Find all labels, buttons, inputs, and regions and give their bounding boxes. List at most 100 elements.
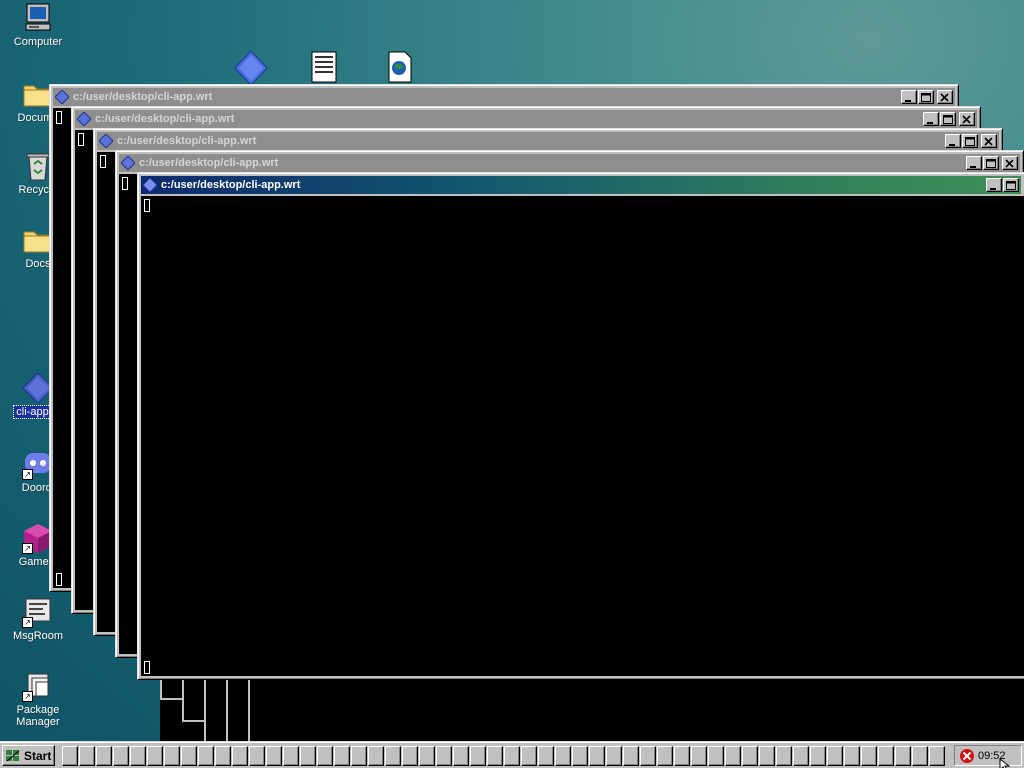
minimize-button[interactable] [966, 156, 982, 170]
close-button[interactable] [959, 112, 975, 126]
taskbar-window-button[interactable] [929, 746, 945, 766]
maximize-button[interactable] [962, 134, 978, 148]
taskbar-window-button[interactable] [130, 746, 146, 766]
taskbar-window-button[interactable] [742, 746, 758, 766]
title-bar[interactable]: c:/user/desktop/cli-app.wrt [97, 132, 999, 150]
taskbar-window-button[interactable] [334, 746, 350, 766]
window-title: c:/user/desktop/cli-app.wrt [161, 179, 301, 191]
taskbar-window-button[interactable] [640, 746, 656, 766]
start-button[interactable]: Start [2, 745, 55, 766]
taskbar-window-button[interactable] [555, 746, 571, 766]
web-document-icon[interactable] [381, 50, 417, 86]
diamond-app-icon [143, 178, 157, 192]
taskbar-window-button[interactable] [249, 746, 265, 766]
taskbar-window-button[interactable] [198, 746, 214, 766]
minimize-button[interactable] [986, 178, 1002, 192]
close-button[interactable] [937, 90, 953, 104]
shortcut-arrow-icon: ↗ [22, 691, 33, 702]
title-bar[interactable]: c:/user/desktop/cli-app.wrt [141, 176, 1021, 194]
taskbar-window-button[interactable] [861, 746, 877, 766]
taskbar-window-button[interactable] [759, 746, 775, 766]
taskbar-window-button[interactable] [300, 746, 316, 766]
window-edge [160, 676, 1024, 741]
taskbar-window-button[interactable] [164, 746, 180, 766]
taskbar-window-button[interactable] [572, 746, 588, 766]
mouse-pointer-icon [999, 758, 1011, 768]
taskbar-window-button[interactable] [538, 746, 554, 766]
diamond-app-icon [77, 112, 91, 126]
text-cursor [56, 111, 62, 124]
maximize-button[interactable] [1003, 178, 1019, 192]
system-tray: 09:52 [954, 745, 1022, 766]
error-alert-icon[interactable] [960, 748, 974, 763]
taskbar-window-button[interactable] [470, 746, 486, 766]
diamond-app-icon[interactable] [233, 50, 269, 86]
taskbar-window-button[interactable] [453, 746, 469, 766]
taskbar-window-button[interactable] [691, 746, 707, 766]
diamond-app-icon [55, 90, 69, 104]
taskbar-window-button[interactable] [436, 746, 452, 766]
title-bar[interactable]: c:/user/desktop/cli-app.wrt [119, 154, 1020, 172]
taskbar-window-button[interactable] [215, 746, 231, 766]
taskbar-window-button[interactable] [776, 746, 792, 766]
window-title: c:/user/desktop/cli-app.wrt [95, 113, 235, 125]
close-button[interactable] [1002, 156, 1018, 170]
taskbar-window-button[interactable] [419, 746, 435, 766]
taskbar-window-button[interactable] [708, 746, 724, 766]
taskbar-window-button[interactable] [725, 746, 741, 766]
terminal-output[interactable] [141, 196, 1024, 676]
taskbar-window-button[interactable] [827, 746, 843, 766]
taskbar-window-button[interactable] [181, 746, 197, 766]
title-bar[interactable]: c:/user/desktop/cli-app.wrt [75, 110, 977, 128]
taskbar-window-button[interactable] [368, 746, 384, 766]
maximize-button[interactable] [940, 112, 956, 126]
taskbar-window-button[interactable] [674, 746, 690, 766]
taskbar-window-button[interactable] [810, 746, 826, 766]
maximize-button[interactable] [983, 156, 999, 170]
taskbar-window-button[interactable] [521, 746, 537, 766]
taskbar-window-button[interactable] [317, 746, 333, 766]
task-button-strip[interactable] [62, 746, 945, 766]
start-label: Start [24, 748, 52, 763]
taskbar-window-button[interactable] [606, 746, 622, 766]
taskbar-window-button[interactable] [385, 746, 401, 766]
taskbar-window-button[interactable] [266, 746, 282, 766]
taskbar-window-button[interactable] [623, 746, 639, 766]
minimize-button[interactable] [945, 134, 961, 148]
taskbar-window-button[interactable] [895, 746, 911, 766]
text-cursor [122, 177, 128, 190]
close-button[interactable] [981, 134, 997, 148]
message-room-icon: ↗ [22, 596, 54, 628]
taskbar-window-button[interactable] [793, 746, 809, 766]
taskbar-window-button[interactable] [487, 746, 503, 766]
text-cursor [144, 661, 150, 674]
taskbar-window-button[interactable] [504, 746, 520, 766]
taskbar-window-button[interactable] [912, 746, 928, 766]
text-cursor [100, 155, 106, 168]
taskbar-window-button[interactable] [402, 746, 418, 766]
taskbar-window-button[interactable] [62, 746, 78, 766]
desktop-icon-package-manager[interactable]: ↗ Package Manager [0, 670, 76, 728]
window-title: c:/user/desktop/cli-app.wrt [139, 157, 279, 169]
text-document-icon[interactable] [306, 50, 342, 86]
taskbar-window-button[interactable] [96, 746, 112, 766]
taskbar-window-button[interactable] [657, 746, 673, 766]
maximize-button[interactable] [918, 90, 934, 104]
minimize-button[interactable] [923, 112, 939, 126]
taskbar-window-button[interactable] [113, 746, 129, 766]
taskbar-window-button[interactable] [283, 746, 299, 766]
desktop-icon-computer[interactable]: Computer [0, 2, 76, 48]
desktop-icon-msgroom[interactable]: ↗ MsgRoom [0, 596, 76, 642]
taskbar-window-button[interactable] [589, 746, 605, 766]
taskbar-window-button[interactable] [844, 746, 860, 766]
title-bar[interactable]: c:/user/desktop/cli-app.wrt [53, 88, 955, 106]
window-title: c:/user/desktop/cli-app.wrt [73, 91, 213, 103]
taskbar-window-button[interactable] [878, 746, 894, 766]
minimize-button[interactable] [901, 90, 917, 104]
taskbar-window-button[interactable] [351, 746, 367, 766]
taskbar-window-button[interactable] [79, 746, 95, 766]
shortcut-arrow-icon: ↗ [22, 469, 33, 480]
taskbar-window-button[interactable] [147, 746, 163, 766]
taskbar-window-button[interactable] [232, 746, 248, 766]
terminal-window-active[interactable]: c:/user/desktop/cli-app.wrt [137, 172, 1024, 680]
